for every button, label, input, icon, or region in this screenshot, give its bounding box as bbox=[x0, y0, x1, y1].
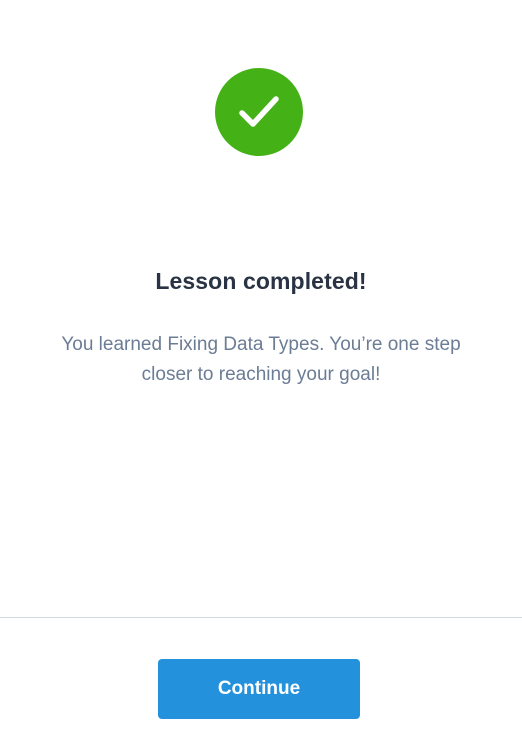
checkmark-circle-icon bbox=[215, 68, 303, 156]
page-title: Lesson completed! bbox=[155, 268, 367, 294]
lesson-completed-modal: Lesson completed! You learned Fixing Dat… bbox=[0, 0, 522, 739]
footer-divider bbox=[0, 617, 522, 618]
continue-button[interactable]: Continue bbox=[158, 659, 360, 719]
checkmark-icon bbox=[239, 96, 279, 127]
completion-message: You learned Fixing Data Types. You’re on… bbox=[61, 334, 461, 385]
